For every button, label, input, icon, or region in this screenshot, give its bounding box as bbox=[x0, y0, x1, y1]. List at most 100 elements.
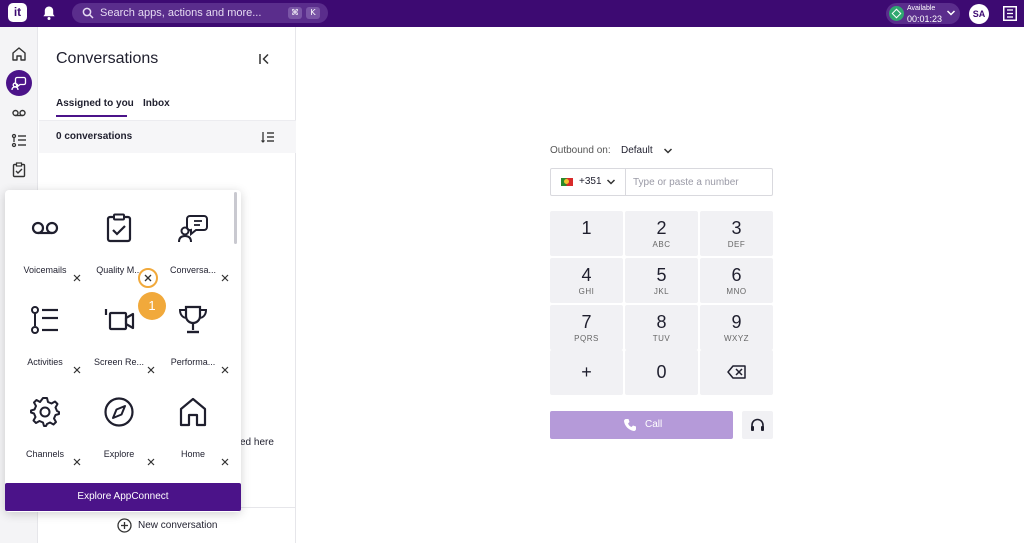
dial-key-0[interactable]: 0 bbox=[625, 350, 698, 395]
remove-app-icon[interactable] bbox=[221, 274, 229, 282]
key-letters: ABC bbox=[652, 240, 671, 249]
page-title: Conversations bbox=[56, 50, 159, 67]
activities-icon bbox=[11, 133, 26, 148]
availability-status[interactable]: Available 00:01:23 bbox=[886, 3, 960, 24]
popover-scrollbar[interactable] bbox=[234, 192, 237, 244]
app-label: Explore bbox=[103, 449, 135, 459]
key-digit: 0 bbox=[656, 362, 667, 382]
key-digit: 8 bbox=[656, 312, 667, 332]
app-label: Channels bbox=[25, 449, 65, 459]
remove-quality-management-button[interactable] bbox=[138, 268, 158, 288]
rail-conversations[interactable] bbox=[6, 70, 32, 96]
key-digit: 3 bbox=[731, 218, 742, 238]
app-tile-voicemails[interactable]: Voicemails bbox=[8, 194, 82, 282]
dial-key-3[interactable]: 3 DEF bbox=[700, 211, 773, 256]
avatar[interactable]: SA bbox=[969, 4, 989, 24]
dial-key-9[interactable]: 9 WXYZ bbox=[700, 305, 773, 350]
rail-quality[interactable] bbox=[6, 157, 32, 183]
key-digit: 4 bbox=[581, 265, 592, 285]
dial-key-4[interactable]: 4 GHI bbox=[550, 258, 623, 303]
key-letters: JKL bbox=[653, 287, 670, 296]
chevron-down-icon bbox=[946, 10, 956, 16]
search-placeholder: Search apps, actions and more... bbox=[100, 7, 262, 19]
dial-key-8[interactable]: 8 TUV bbox=[625, 305, 698, 350]
key-digit: 9 bbox=[731, 312, 742, 332]
dial-key-5[interactable]: 5 JKL bbox=[625, 258, 698, 303]
audio-device-button[interactable] bbox=[742, 411, 773, 439]
status-label: Available bbox=[907, 5, 936, 12]
app-label: Conversa... bbox=[169, 265, 217, 275]
rail-home[interactable] bbox=[6, 41, 32, 67]
remove-app-icon[interactable] bbox=[221, 366, 229, 374]
app-tile-home[interactable]: Home bbox=[156, 378, 230, 466]
search-icon bbox=[82, 7, 94, 19]
key-digit: + bbox=[581, 362, 592, 382]
conversation-list-header: 0 conversations bbox=[39, 120, 296, 153]
remove-app-icon[interactable] bbox=[73, 274, 81, 282]
key-letters: TUV bbox=[652, 334, 671, 343]
remove-app-icon[interactable] bbox=[73, 458, 81, 466]
country-code-select[interactable]: +351 bbox=[551, 169, 626, 195]
quality-clipboard-icon bbox=[106, 213, 132, 243]
home-icon bbox=[179, 397, 207, 427]
dial-key-2[interactable]: 2 ABC bbox=[625, 211, 698, 256]
explore-appconnect-button[interactable]: Explore AppConnect bbox=[5, 483, 241, 511]
key-digit: 2 bbox=[656, 218, 667, 238]
tab-assigned-to-you[interactable]: Assigned to you bbox=[56, 98, 134, 109]
app-tile-activities[interactable]: Activities bbox=[8, 286, 82, 374]
conversation-footer: New conversation bbox=[39, 507, 296, 543]
dial-key-backspace[interactable] bbox=[700, 350, 773, 395]
conversation-count: 0 conversations bbox=[56, 131, 133, 142]
key-letters: PQRS bbox=[574, 334, 599, 343]
rail-voicemail[interactable] bbox=[6, 100, 32, 126]
tab-inbox[interactable]: Inbox bbox=[143, 98, 170, 109]
key-digit: 5 bbox=[656, 265, 667, 285]
shortcut-key-cmd: ⌘ bbox=[288, 7, 302, 19]
status-timer: 00:01:23 bbox=[907, 14, 943, 24]
app-tile-explore[interactable]: Explore bbox=[82, 378, 156, 466]
key-letters: DEF bbox=[727, 240, 746, 249]
new-conversation-label: New conversation bbox=[138, 520, 218, 531]
sort-icon[interactable] bbox=[261, 130, 275, 144]
remove-app-icon[interactable] bbox=[147, 458, 155, 466]
app-tile-channels[interactable]: Channels bbox=[8, 378, 82, 466]
call-button[interactable]: Call bbox=[550, 411, 733, 439]
shortcut-key-k: K bbox=[306, 7, 320, 19]
close-icon bbox=[144, 274, 152, 282]
bell-icon[interactable] bbox=[42, 5, 56, 21]
remove-app-icon[interactable] bbox=[221, 458, 229, 466]
dial-key-plus[interactable]: + bbox=[550, 350, 623, 395]
chevron-down-icon[interactable] bbox=[663, 147, 673, 155]
app-tile-performance[interactable]: Performa... bbox=[156, 286, 230, 374]
remove-app-icon[interactable] bbox=[147, 366, 155, 374]
remove-app-icon[interactable] bbox=[73, 366, 81, 374]
active-tab-indicator bbox=[56, 115, 127, 117]
dial-key-1[interactable]: 1 bbox=[550, 211, 623, 256]
app-label: Activities bbox=[27, 357, 63, 367]
app-tile-conversations[interactable]: Conversa... bbox=[156, 194, 230, 282]
phone-number-input[interactable] bbox=[627, 169, 772, 195]
portugal-flag-icon bbox=[561, 178, 573, 186]
collapse-panel-icon[interactable] bbox=[258, 52, 272, 66]
phone-icon bbox=[624, 419, 636, 431]
key-letters: GHI bbox=[578, 287, 595, 296]
dial-key-7[interactable]: 7 PQRS bbox=[550, 305, 623, 350]
key-digit: 1 bbox=[581, 218, 592, 238]
search-bar[interactable]: Search apps, actions and more... ⌘ K bbox=[72, 3, 328, 23]
key-digit: 6 bbox=[731, 265, 742, 285]
rail-activities[interactable] bbox=[6, 128, 32, 154]
apps-popover: Voicemails Quality M... Conversa... Acti… bbox=[5, 190, 241, 512]
top-bar: it Search apps, actions and more... ⌘ K … bbox=[0, 0, 1024, 27]
dial-key-6[interactable]: 6 MNO bbox=[700, 258, 773, 303]
app-logo[interactable]: it bbox=[8, 3, 27, 22]
quality-icon bbox=[12, 162, 26, 178]
activities-list-icon bbox=[31, 306, 58, 334]
key-digit: 7 bbox=[581, 312, 592, 332]
conversations-icon bbox=[11, 76, 27, 91]
home-icon bbox=[12, 47, 26, 61]
trophy-icon bbox=[178, 305, 208, 334]
outbound-select[interactable]: Default bbox=[621, 145, 653, 156]
chevron-down-icon bbox=[606, 179, 616, 185]
side-panel-icon[interactable] bbox=[1003, 6, 1017, 21]
app-label: Screen Re... bbox=[93, 357, 145, 367]
